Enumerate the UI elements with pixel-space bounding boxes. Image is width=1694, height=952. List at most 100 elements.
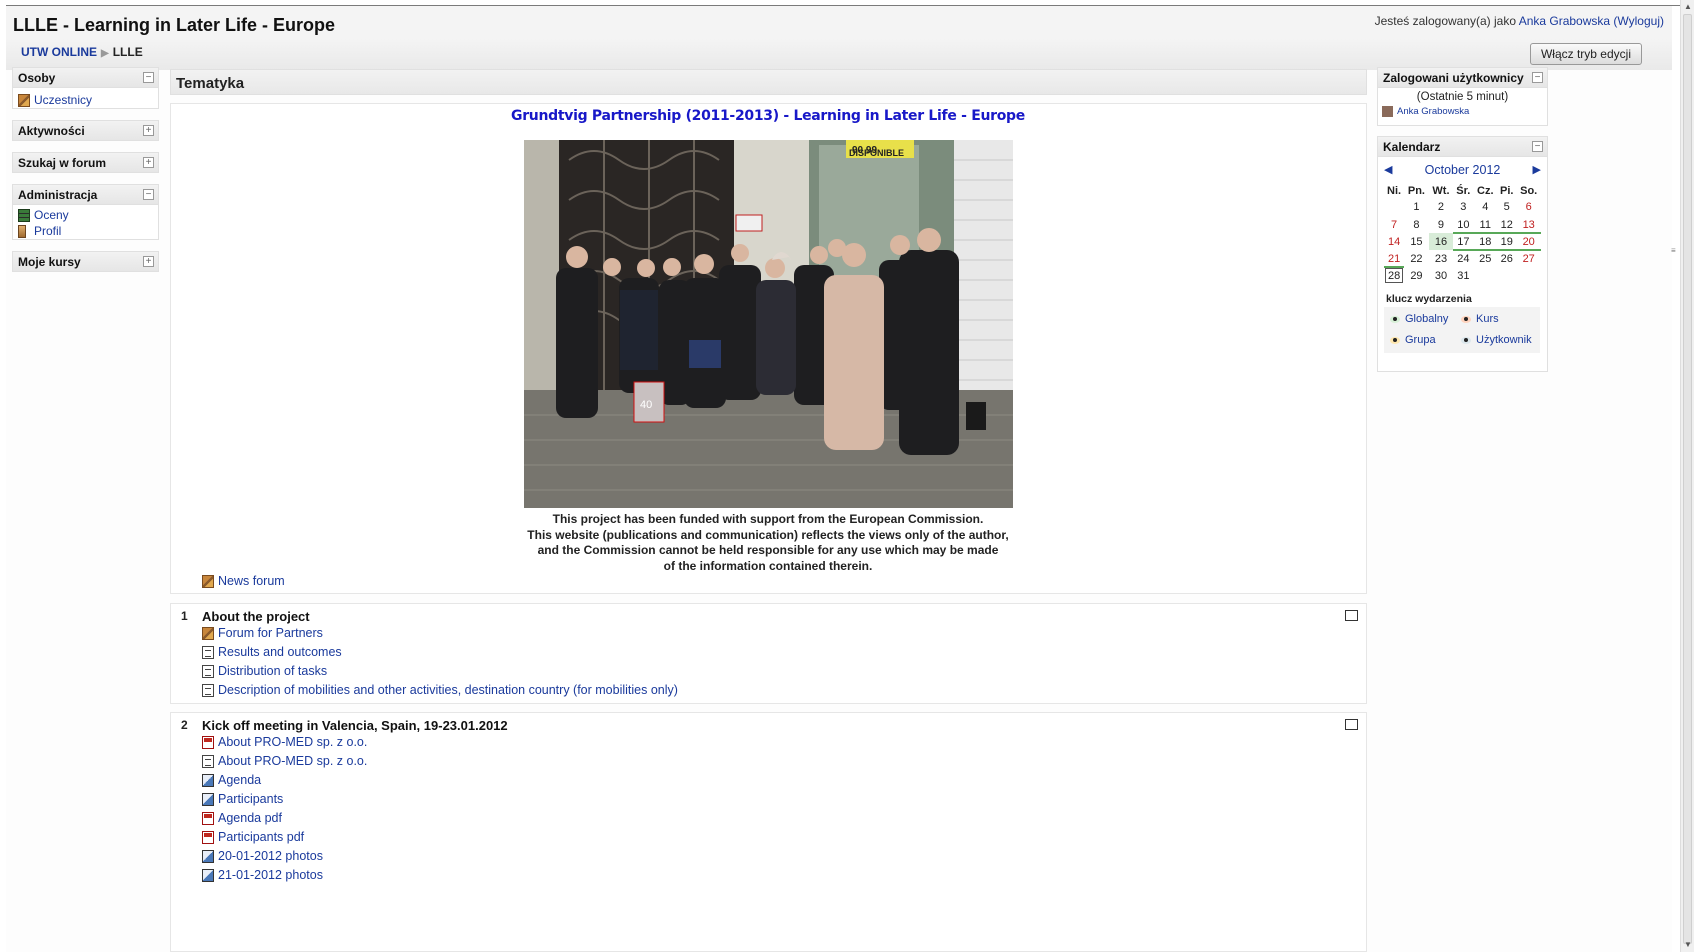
event-key-user[interactable]: Użytkownik xyxy=(1457,332,1536,348)
calendar-day-event[interactable]: 18 xyxy=(1473,233,1498,251)
activity-item[interactable]: 20-01-2012 photos xyxy=(202,849,323,863)
block-my-courses-header: Moje kursy + xyxy=(13,252,158,272)
expand-icon[interactable]: + xyxy=(143,256,154,267)
collapse-icon[interactable]: − xyxy=(143,189,154,200)
disclaimer-line: This project has been funded with suppor… xyxy=(552,512,984,526)
activity-link[interactable]: About PRO-MED sp. z o.o. xyxy=(218,754,367,768)
activity-item[interactable]: Results and outcomes xyxy=(202,645,342,659)
eye-icon xyxy=(1461,315,1471,323)
activity-link[interactable]: Participants xyxy=(218,792,283,806)
calendar-day-event[interactable]: 17 xyxy=(1453,233,1474,251)
activity-link[interactable]: Agenda pdf xyxy=(218,811,282,825)
calendar-day: 30 xyxy=(1434,269,1448,282)
collapse-icon[interactable]: − xyxy=(1532,141,1543,152)
activity-link[interactable]: 21-01-2012 photos xyxy=(218,868,323,882)
activity-item[interactable]: Participants xyxy=(202,792,283,806)
eu-disclaimer: This project has been funded with suppor… xyxy=(197,512,1339,574)
event-key-global[interactable]: Globalny xyxy=(1386,311,1452,327)
weekday-header: Pn. xyxy=(1407,185,1425,197)
user-name-link[interactable]: Anka Grabowska xyxy=(1519,14,1610,28)
event-key-title: klucz wydarzenia xyxy=(1386,293,1472,305)
calendar-day: 4 xyxy=(1482,201,1489,213)
topic-toggle-icon[interactable] xyxy=(1345,719,1358,730)
calendar-day-event[interactable]: 19 xyxy=(1497,233,1517,251)
image-file-icon xyxy=(202,868,214,882)
project-banner-title: Grundtvig Partnership (2011-2013) - Lear… xyxy=(511,108,1025,124)
breadcrumb-separator: ▶ xyxy=(101,48,109,59)
activity-link[interactable]: Forum for Partners xyxy=(218,626,323,640)
collapse-icon[interactable]: − xyxy=(1532,72,1543,83)
collapse-icon[interactable]: − xyxy=(143,72,154,83)
block-admin-body: Oceny Profil xyxy=(13,205,158,243)
calendar-day-event[interactable]: 13 xyxy=(1516,216,1541,234)
activity-item[interactable]: Participants pdf xyxy=(202,830,304,844)
activity-link[interactable]: Agenda xyxy=(218,773,261,787)
login-prefix: Jesteś zalogowany(a) jako xyxy=(1374,14,1519,28)
breadcrumb: UTW ONLINE ▶ LLLE xyxy=(21,45,143,59)
activity-link[interactable]: Description of mobilities and other acti… xyxy=(218,683,678,697)
login-info: Jesteś zalogowany(a) jako Anka Grabowska… xyxy=(1375,14,1664,28)
activity-item[interactable]: About PRO-MED sp. z o.o. xyxy=(202,754,367,768)
activity-item[interactable]: Description of mobilities and other acti… xyxy=(202,683,678,697)
topic-toggle-icon[interactable] xyxy=(1345,610,1358,621)
activity-item[interactable]: 21-01-2012 photos xyxy=(202,868,323,882)
resize-grip-icon[interactable]: ≡ xyxy=(1671,246,1677,255)
calendar-day-event[interactable]: 20 xyxy=(1516,233,1541,251)
block-admin-header: Administracja − xyxy=(13,185,158,205)
calendar-next-icon[interactable]: ▶ xyxy=(1533,163,1541,176)
event-key-group[interactable]: Grupa xyxy=(1386,332,1440,348)
weekday-header: Cz. xyxy=(1477,185,1494,197)
block-forum-search-title: Szukaj w forum xyxy=(18,156,107,170)
logout-link[interactable]: (Wyloguj) xyxy=(1613,14,1664,28)
breadcrumb-home[interactable]: UTW ONLINE xyxy=(21,45,97,59)
group-photo: 90 99 DISPONIBLE 40 xyxy=(524,140,1013,508)
grades-item[interactable]: Oceny xyxy=(18,207,153,223)
scroll-up-icon[interactable]: ▲ xyxy=(1683,2,1693,12)
activity-item[interactable]: Forum for Partners xyxy=(202,626,323,640)
edit-mode-button[interactable]: Włącz tryb edycji xyxy=(1529,43,1642,65)
calendar-day: 3 xyxy=(1460,201,1467,213)
activity-link[interactable]: 20-01-2012 photos xyxy=(218,849,323,863)
participants-item[interactable]: Uczestnicy xyxy=(18,92,153,108)
scrollbar-thumb[interactable] xyxy=(1683,14,1692,944)
calendar-day-event[interactable]: 16 xyxy=(1428,233,1454,250)
photo-bag-number: 40 xyxy=(640,399,652,411)
calendar-month[interactable]: October 2012 xyxy=(1378,163,1547,177)
profile-link[interactable]: Profil xyxy=(34,224,61,238)
grades-link[interactable]: Oceny xyxy=(34,208,69,222)
calendar-day: 22 xyxy=(1410,252,1423,265)
forum-icon xyxy=(202,626,214,640)
online-user-link[interactable]: Anka Grabowska xyxy=(1397,106,1469,117)
expand-icon[interactable]: + xyxy=(143,157,154,168)
block-admin: Administracja − Oceny Profil xyxy=(12,184,159,240)
activity-link[interactable]: About PRO-MED sp. z o.o. xyxy=(218,735,367,749)
calendar-day xyxy=(1497,267,1516,284)
profile-item[interactable]: Profil xyxy=(18,223,153,239)
disclaimer-line: and the Commission cannot be held respon… xyxy=(537,543,999,557)
scroll-down-icon[interactable]: ▼ xyxy=(1683,940,1693,950)
calendar-day-event[interactable]: 10 xyxy=(1453,216,1474,234)
activity-item[interactable]: About PRO-MED sp. z o.o. xyxy=(202,735,367,749)
news-forum-item[interactable]: News forum xyxy=(202,574,285,588)
activity-link[interactable]: Distribution of tasks xyxy=(218,664,327,678)
participants-link[interactable]: Uczestnicy xyxy=(34,93,92,107)
vertical-scrollbar[interactable]: ▲ ▼ xyxy=(1680,0,1694,952)
expand-icon[interactable]: + xyxy=(143,125,154,136)
calendar-month-nav: ◀ October 2012 ▶ xyxy=(1378,157,1547,183)
activity-link[interactable]: Participants pdf xyxy=(218,830,304,844)
activity-item[interactable]: Agenda pdf xyxy=(202,811,282,825)
block-activities-title: Aktywności xyxy=(18,124,85,138)
activity-item[interactable]: Agenda xyxy=(202,773,261,787)
calendar-day-event[interactable]: 11 xyxy=(1473,216,1498,234)
calendar-day-today[interactable]: 28 xyxy=(1384,267,1404,284)
event-key-course[interactable]: Kurs xyxy=(1457,311,1503,327)
activity-item[interactable]: Distribution of tasks xyxy=(202,664,327,678)
weekday-header: Pi. xyxy=(1500,185,1514,197)
news-forum-link[interactable]: News forum xyxy=(218,574,285,588)
eye-icon xyxy=(1390,315,1400,323)
calendar-day-event[interactable]: 12 xyxy=(1497,216,1517,234)
calendar-day-event[interactable]: 21 xyxy=(1384,250,1405,268)
activity-link[interactable]: Results and outcomes xyxy=(218,645,342,659)
calendar-day: 25 xyxy=(1479,252,1492,265)
online-user-item[interactable]: Anka Grabowska xyxy=(1382,103,1543,119)
